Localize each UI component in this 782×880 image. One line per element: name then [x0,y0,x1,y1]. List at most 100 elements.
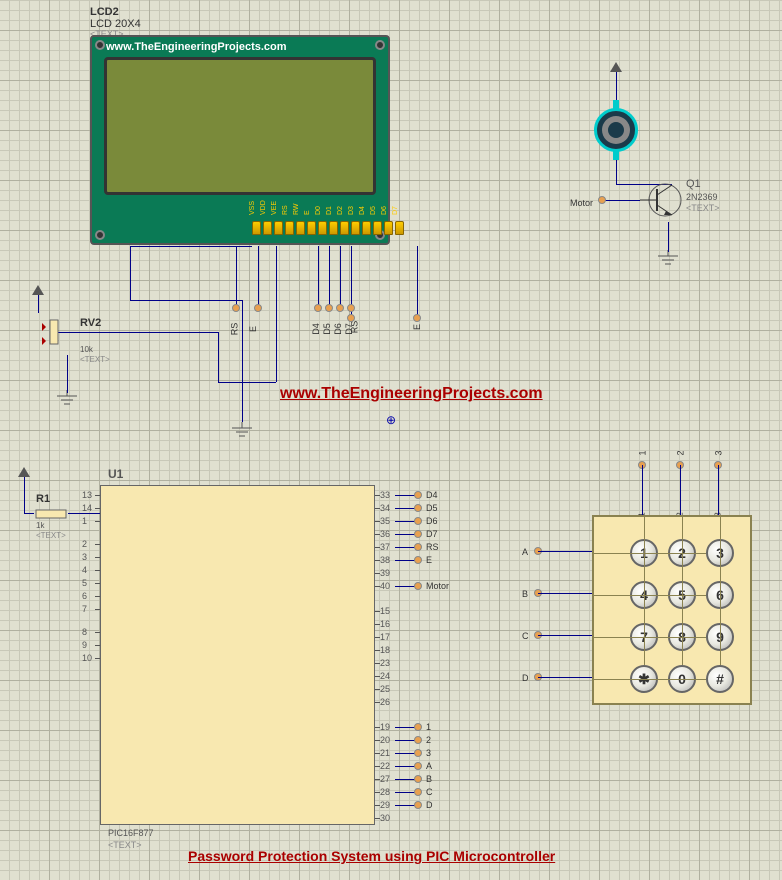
mcu-component[interactable] [100,485,375,825]
net-label: D4 [311,323,321,335]
lcd-url: www.TheEngineeringProjects.com [106,41,287,53]
keypad-col-label: 1 [638,450,648,455]
pin-number: 22 [380,761,390,771]
wire [329,246,330,306]
potentiometer[interactable] [40,315,70,360]
wire [242,300,243,422]
wire [642,465,643,515]
pin-number: 25 [380,684,390,694]
lcd-pin-label: VDD [260,200,267,215]
vcc-arrow-icon [18,467,30,477]
pin-number: 34 [380,503,390,513]
net-label: D7 [344,323,354,335]
terminal [414,517,422,525]
mcu-text-ph: <TEXT> [108,840,142,850]
net-label: E [412,324,422,330]
terminal [414,736,422,744]
wire [236,246,237,306]
pin-number: 18 [380,645,390,655]
pin-number: 30 [380,813,390,823]
lcd-pin [395,221,404,235]
resistor-r1[interactable] [32,507,70,526]
wire [218,332,219,382]
keypad-row-label: D [522,673,529,683]
net-label: 1 [426,722,431,732]
pin-number: 1 [82,516,87,526]
pin-number: 6 [82,591,87,601]
lcd-component[interactable]: www.TheEngineeringProjects.com VSSVDDVEE… [90,35,390,245]
wire [24,477,25,513]
keypad-row-label: B [522,589,528,599]
keypad-row-label: C [522,631,529,641]
wire [318,246,319,306]
keypad-key-#[interactable]: # [706,665,734,693]
pot-text-ph: <TEXT> [80,355,110,364]
terminal [254,304,262,312]
pin-number: 20 [380,735,390,745]
lcd-pin [263,221,272,235]
lcd-pin-label: VSS [249,201,256,215]
net-label: 2 [426,735,431,745]
pin-number: 23 [380,658,390,668]
net-label: A [426,761,432,771]
trans-text-ph: <TEXT> [686,203,720,213]
net-label: RS [229,323,239,336]
wire [130,246,131,300]
net-label: E [248,326,258,332]
terminal [414,801,422,809]
lcd-hole [375,40,385,50]
keypad[interactable]: 123456789✱0# [592,515,752,705]
lcd-hole [95,40,105,50]
pin-number: 38 [380,555,390,565]
keypad-col-label: 2 [676,450,686,455]
pin-number: 26 [380,697,390,707]
lcd-pin-row [252,221,404,235]
net-label: D5 [322,323,332,335]
terminal [347,304,355,312]
transistor-symbol[interactable] [640,175,690,225]
net-label: RS [426,542,439,552]
pin-number: 4 [82,565,87,575]
pin-number: 24 [380,671,390,681]
pin-number: 3 [82,552,87,562]
pin-number: 9 [82,640,87,650]
url-watermark: www.TheEngineeringProjects.com [280,385,543,403]
lcd-pin [362,221,371,235]
mcu-part: PIC16F877 [108,828,154,838]
terminal [414,775,422,783]
pot-value: 10k [80,345,93,354]
pin-number: 29 [380,800,390,810]
wire [538,551,592,552]
pin-number: 36 [380,529,390,539]
terminal [314,304,322,312]
lcd-pin [285,221,294,235]
net-label: C [426,787,433,797]
wire [718,465,719,515]
motor[interactable] [594,108,638,152]
terminal [414,556,422,564]
lcd-pin-label: D5 [370,206,377,215]
lcd-pin-label: D0 [315,206,322,215]
lcd-pin [384,221,393,235]
vcc-arrow-icon [32,285,44,295]
pin-number: 40 [380,581,390,591]
terminal [414,723,422,731]
lcd-pin [351,221,360,235]
lcd-pin [296,221,305,235]
lcd-pin-label: D3 [348,206,355,215]
pin-number: 14 [82,503,92,513]
net-label: B [426,774,432,784]
ground-icon [656,250,680,268]
pin-number: 10 [82,653,92,663]
wire [351,246,352,306]
pin-number: 33 [380,490,390,500]
pin-number: 5 [82,578,87,588]
wire [67,355,68,393]
lcd-ref: LCD2 [90,6,119,18]
wire [538,593,592,594]
terminal [414,543,422,551]
keypad-row-label: A [522,547,528,557]
lcd-pin-label: E [304,210,311,215]
pin-number: 39 [380,568,390,578]
net-label: E [426,555,432,565]
